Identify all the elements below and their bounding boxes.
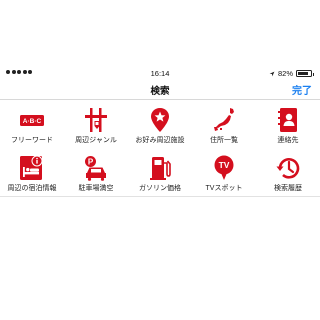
parking-icon-text: P <box>88 158 94 167</box>
address-book-icon <box>278 108 297 132</box>
page-title: 検索 <box>150 86 170 97</box>
tv-pin-icon: TV <box>214 155 234 180</box>
tile-label: 駐車場満空 <box>78 185 114 192</box>
tile-favorite-facilities[interactable]: お好み周辺施設 <box>128 101 192 149</box>
tile-label: 周辺の宿泊情報 <box>7 185 57 192</box>
hotel-bed-icon <box>20 155 43 180</box>
star-pin-icon <box>151 108 169 132</box>
abc-keyboard-icon: A·B·C <box>20 115 44 126</box>
tile-contacts[interactable]: 連絡先 <box>256 101 320 149</box>
battery-icon <box>296 70 314 77</box>
tv-icon-text: TV <box>219 160 230 170</box>
tile-label: ガソリン価格 <box>139 185 181 192</box>
tile-label: 住所一覧 <box>210 137 238 144</box>
battery-percent: 82% <box>277 69 293 78</box>
tile-label: 連絡先 <box>277 137 299 144</box>
tile-nearby-genre[interactable]: 周辺ジャンル <box>64 101 128 149</box>
tile-label: TVスポット <box>205 185 243 192</box>
done-button[interactable]: 完了 <box>292 82 312 97</box>
gas-pump-icon <box>150 157 171 180</box>
tile-free-word[interactable]: A·B·C フリーワード <box>0 101 64 149</box>
tile-nearby-hotels[interactable]: 周辺の宿泊情報 <box>0 149 64 197</box>
battery-fill <box>298 72 308 75</box>
location-arrow-icon <box>269 71 275 76</box>
status-bar: 16:14 82% <box>0 68 320 80</box>
history-clock-icon <box>276 158 300 179</box>
parking-car-icon: P <box>85 156 106 181</box>
intersection-pin-icon <box>85 108 107 132</box>
tile-search-history[interactable]: 検索履歴 <box>256 149 320 197</box>
tile-label: お好み周辺施設 <box>135 137 185 144</box>
japan-map-icon <box>214 108 234 131</box>
abc-icon-text: A·B·C <box>23 118 42 125</box>
tile-label: フリーワード <box>11 137 53 144</box>
tile-gasoline-prices[interactable]: ガソリン価格 <box>128 149 192 197</box>
status-right: 82% <box>269 69 314 78</box>
nav-bar: 検索 完了 <box>0 80 320 100</box>
tile-address-list[interactable]: 住所一覧 <box>192 101 256 149</box>
tile-label: 周辺ジャンル <box>75 137 117 144</box>
search-menu-grid: A·B·C フリーワード 周辺ジャンル お好み周辺施設 住所一覧 連絡先 周辺の… <box>0 101 320 197</box>
tile-label: 検索履歴 <box>274 185 302 192</box>
tile-parking-availability[interactable]: P 駐車場満空 <box>64 149 128 197</box>
tile-tv-spots[interactable]: TV TVスポット <box>192 149 256 197</box>
